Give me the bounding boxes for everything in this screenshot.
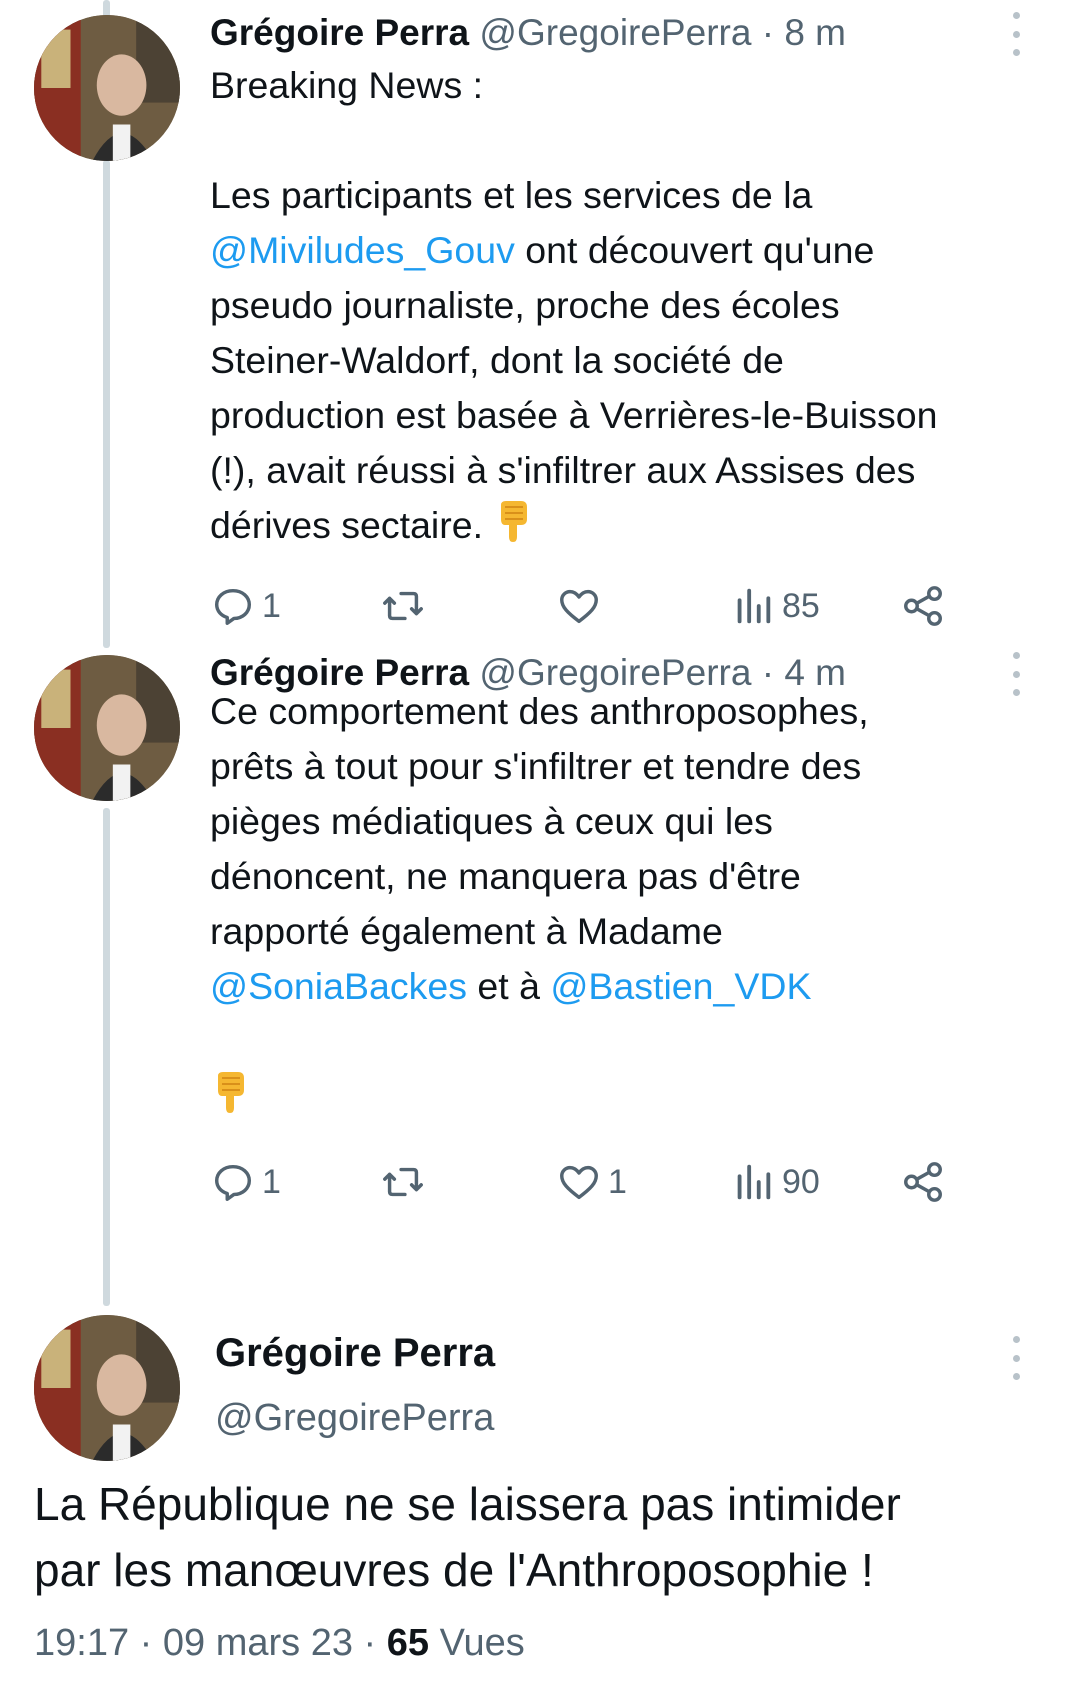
- avatar[interactable]: [34, 15, 180, 161]
- separator-dot: ·: [363, 1622, 387, 1664]
- share-icon: [904, 1162, 942, 1202]
- share-button[interactable]: [900, 576, 946, 636]
- reply-button[interactable]: 1: [210, 1152, 281, 1212]
- text-line: dérives sectaire.: [210, 504, 494, 546]
- text-line: pseudo journaliste, proche des écoles: [210, 284, 840, 326]
- like-icon: [560, 589, 598, 624]
- tweet-header: Grégoire Perra @GregoirePerra · 8 m: [210, 12, 846, 54]
- text-line: (!), avait réussi à s'infiltrer aux Assi…: [210, 449, 916, 491]
- views-count: 85: [782, 586, 820, 625]
- tweet-time[interactable]: 19:17: [34, 1622, 129, 1664]
- views-count: 65: [386, 1622, 430, 1664]
- separator-dot: ·: [139, 1622, 163, 1664]
- tweet[interactable]: Grégoire Perra @GregoirePerra · 8 m Brea…: [0, 0, 1080, 640]
- views-button[interactable]: 90: [730, 1152, 820, 1212]
- pointing-down-emoji-icon: [493, 499, 533, 558]
- text-line: et à: [466, 965, 551, 1007]
- main-tweet-text: La République ne se laissera pas intimid…: [34, 1471, 1054, 1603]
- timestamp[interactable]: 8 m: [784, 12, 846, 53]
- text-line: Steiner-Waldorf, dont la société de: [210, 339, 784, 381]
- mention-link[interactable]: @Miviludes_Gouv: [210, 229, 515, 271]
- tweet-text: Ce comportement des anthroposophes, prêt…: [210, 684, 1060, 1129]
- retweet-icon: [383, 1167, 423, 1197]
- retweet-button[interactable]: [380, 576, 432, 636]
- mention-link[interactable]: @SoniaBackes: [210, 965, 467, 1007]
- author-handle[interactable]: @GregoirePerra: [215, 1397, 494, 1440]
- author-name[interactable]: Grégoire Perra: [215, 1331, 495, 1376]
- tweet[interactable]: Grégoire Perra @GregoirePerra · 4 m Ce c…: [0, 640, 1080, 1270]
- text-line: dénoncent, ne manquera pas d'être: [210, 855, 801, 897]
- reply-icon: [214, 588, 252, 625]
- reply-count: 1: [262, 1162, 281, 1201]
- text-line: Breaking News :: [210, 64, 484, 106]
- author-name[interactable]: Grégoire Perra: [210, 12, 469, 53]
- pointing-down-emoji-icon: [210, 1070, 250, 1129]
- reply-button[interactable]: 1: [210, 576, 281, 636]
- tweet-meta: 19:17 · 09 mars 23 · 65 Vues: [34, 1622, 525, 1665]
- like-button[interactable]: [556, 576, 608, 636]
- like-count: 1: [608, 1162, 627, 1201]
- avatar[interactable]: [34, 655, 180, 801]
- text-line: production est basée à Verrières-le-Buis…: [210, 394, 938, 436]
- separator-dot: ·: [761, 12, 775, 53]
- author-handle[interactable]: @GregoirePerra: [479, 12, 751, 53]
- tweet-text: Breaking News : Les participants et les …: [210, 58, 1060, 558]
- share-icon: [904, 586, 942, 626]
- mention-link[interactable]: @Bastien_VDK: [550, 965, 811, 1007]
- like-icon: [560, 1165, 598, 1200]
- retweet-button[interactable]: [380, 1152, 432, 1212]
- reply-count: 1: [262, 586, 281, 625]
- like-button[interactable]: 1: [556, 1152, 627, 1212]
- text-line: par les manœuvres de l'Anthroposophie !: [34, 1544, 874, 1596]
- text-line: Les participants et les services de la: [210, 174, 813, 216]
- tweet-actions: 1 1 90: [210, 1152, 1010, 1212]
- tweet-date[interactable]: 09 mars 23: [163, 1622, 353, 1664]
- more-options-icon[interactable]: [1010, 12, 1022, 56]
- text-line: pièges médiatiques à ceux qui les: [210, 800, 773, 842]
- views-count: 90: [782, 1162, 820, 1201]
- views-label: Vues: [439, 1622, 525, 1664]
- views-button[interactable]: 85: [730, 576, 820, 636]
- more-options-icon[interactable]: [1010, 1336, 1022, 1380]
- views-icon: [737, 588, 771, 624]
- text-line: ont découvert qu'une: [514, 229, 875, 271]
- tweet-actions: 1 85: [210, 576, 1010, 636]
- reply-icon: [214, 1164, 252, 1201]
- text-line: Ce comportement des anthroposophes,: [210, 690, 869, 732]
- avatar[interactable]: [34, 1315, 180, 1461]
- text-line: rapporté également à Madame: [210, 910, 723, 952]
- retweet-icon: [383, 591, 423, 621]
- views-icon: [737, 1164, 771, 1200]
- share-button[interactable]: [900, 1152, 946, 1212]
- text-line: prêts à tout pour s'infiltrer et tendre …: [210, 745, 862, 787]
- text-line: La République ne se laissera pas intimid…: [34, 1478, 901, 1530]
